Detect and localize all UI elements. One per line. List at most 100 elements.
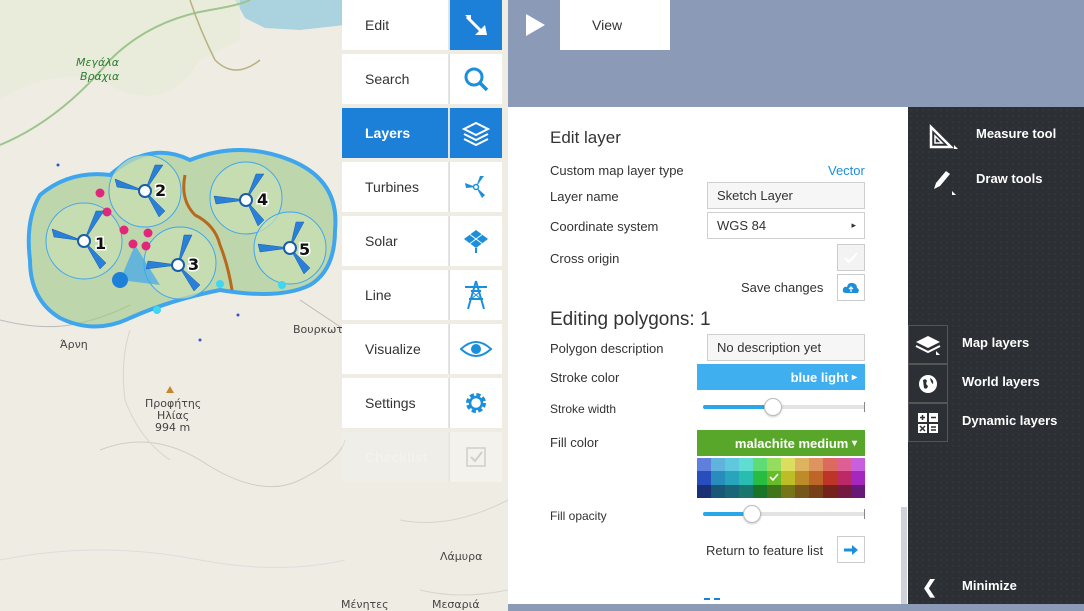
- palette-swatch[interactable]: [809, 484, 823, 498]
- layer-name-label: Layer name: [550, 189, 619, 204]
- palette-swatch[interactable]: [753, 484, 767, 498]
- palette-swatch[interactable]: [795, 484, 809, 498]
- palette-swatch[interactable]: [851, 471, 865, 485]
- palette-swatch[interactable]: [809, 458, 823, 472]
- stroke-color-label: Stroke color: [550, 370, 620, 385]
- palette-swatch[interactable]: [837, 484, 851, 498]
- turbine-label: 4: [257, 190, 268, 209]
- palette-swatch[interactable]: [739, 458, 753, 472]
- slider-handle[interactable]: [763, 398, 782, 416]
- cross-origin-checkbox[interactable]: [837, 244, 865, 271]
- play-button[interactable]: [510, 0, 560, 50]
- calculator-icon: [908, 403, 948, 442]
- custom-type-value[interactable]: Vector: [828, 163, 865, 178]
- workspace-bottom-strip: [508, 604, 1084, 611]
- palette-swatch[interactable]: [767, 484, 781, 498]
- tool-turbines-label: Turbines: [342, 162, 449, 212]
- palette-swatch[interactable]: [809, 471, 823, 485]
- coord-system-value: WGS 84: [717, 218, 767, 233]
- tool-line[interactable]: Line: [342, 270, 502, 320]
- world-layers-button[interactable]: World layers: [962, 374, 1040, 389]
- save-changes-label: Save changes: [741, 280, 824, 295]
- tool-checklist[interactable]: Checklist: [342, 432, 502, 482]
- return-label: Return to feature list: [706, 543, 824, 558]
- slider-handle[interactable]: [742, 505, 761, 523]
- palette-swatch[interactable]: [725, 458, 739, 472]
- pencil-icon: [930, 167, 958, 200]
- palette-swatch[interactable]: [851, 484, 865, 498]
- palette-swatch[interactable]: [781, 484, 795, 498]
- tool-turbines[interactable]: Turbines: [342, 162, 502, 212]
- tool-layers[interactable]: Layers: [342, 108, 502, 158]
- palette-swatch[interactable]: [739, 484, 753, 498]
- place-label: Άρνη: [60, 338, 88, 351]
- turbine-label: 3: [188, 255, 199, 274]
- tool-visualize-label: Visualize: [342, 324, 449, 374]
- measure-tool-button[interactable]: Measure tool: [976, 126, 1056, 141]
- minimize-button[interactable]: Minimize: [962, 578, 1017, 593]
- palette-swatch[interactable]: [837, 471, 851, 485]
- save-changes-button[interactable]: [837, 274, 865, 301]
- palette-swatch[interactable]: [697, 484, 711, 498]
- turbine-icon: [449, 162, 502, 212]
- tool-solar-label: Solar: [342, 216, 449, 266]
- coord-system-select[interactable]: WGS 84 ▸: [707, 212, 865, 239]
- edit-layer-panel: Edit layer Custom map layer type Vector …: [508, 107, 908, 604]
- palette-swatch[interactable]: [753, 471, 767, 485]
- palette-swatch[interactable]: [795, 471, 809, 485]
- palette-swatch[interactable]: [697, 458, 711, 472]
- tool-search-label: Search: [342, 54, 449, 104]
- color-palette[interactable]: [697, 458, 865, 498]
- place-label: Μένητες: [341, 598, 389, 611]
- tool-solar[interactable]: Solar: [342, 216, 502, 266]
- scrollbar[interactable]: [901, 507, 907, 604]
- map-layers-button[interactable]: Map layers: [962, 335, 1029, 350]
- palette-swatch[interactable]: [837, 458, 851, 472]
- view-bar: View: [510, 0, 670, 50]
- palette-swatch[interactable]: [851, 458, 865, 472]
- palette-swatch[interactable]: [767, 471, 781, 485]
- palette-swatch[interactable]: [823, 471, 837, 485]
- panel-title: Edit layer: [550, 128, 621, 147]
- caret-right-icon: ▸: [851, 220, 856, 230]
- polygon-desc-input[interactable]: No description yet: [707, 334, 865, 361]
- play-icon: [526, 14, 545, 36]
- palette-swatch[interactable]: [725, 484, 739, 498]
- tool-search[interactable]: Search: [342, 54, 502, 104]
- palette-swatch[interactable]: [697, 471, 711, 485]
- return-to-feature-list-button[interactable]: [837, 536, 865, 563]
- view-button[interactable]: View: [560, 0, 670, 50]
- palette-swatch[interactable]: [711, 484, 725, 498]
- custom-type-label: Custom map layer type: [550, 163, 684, 178]
- palette-swatch[interactable]: [823, 458, 837, 472]
- palette-swatch[interactable]: [795, 458, 809, 472]
- stroke-width-slider[interactable]: [703, 398, 865, 416]
- place-label: 994 m: [155, 421, 191, 434]
- layer-name-input[interactable]: Sketch Layer: [707, 182, 865, 209]
- palette-swatch[interactable]: [711, 458, 725, 472]
- map-layers-icon: [908, 325, 948, 364]
- fill-color-select[interactable]: malachite medium ▾: [697, 430, 865, 456]
- palette-swatch[interactable]: [739, 471, 753, 485]
- palette-swatch[interactable]: [781, 471, 795, 485]
- tool-line-label: Line: [342, 270, 449, 320]
- polygon-desc-label: Polygon description: [550, 341, 664, 356]
- tool-edit[interactable]: Edit: [342, 0, 502, 50]
- chevron-left-icon: ❮: [922, 577, 938, 597]
- draw-tools-button[interactable]: Draw tools: [976, 171, 1042, 186]
- tool-settings[interactable]: Settings: [342, 378, 502, 428]
- palette-swatch[interactable]: [767, 458, 781, 472]
- stroke-color-select[interactable]: blue light ▸: [697, 364, 865, 390]
- fill-opacity-slider[interactable]: [703, 505, 865, 523]
- palette-swatch[interactable]: [823, 484, 837, 498]
- tool-checklist-label: Checklist: [342, 432, 449, 482]
- palette-swatch[interactable]: [725, 471, 739, 485]
- edit-cursor-icon: [449, 0, 502, 50]
- caret-down-icon: ▾: [851, 437, 857, 449]
- tool-visualize[interactable]: Visualize: [342, 324, 502, 374]
- palette-swatch[interactable]: [753, 458, 767, 472]
- slider-end: [864, 509, 865, 519]
- dynamic-layers-button[interactable]: Dynamic layers: [962, 413, 1057, 428]
- palette-swatch[interactable]: [711, 471, 725, 485]
- palette-swatch[interactable]: [781, 458, 795, 472]
